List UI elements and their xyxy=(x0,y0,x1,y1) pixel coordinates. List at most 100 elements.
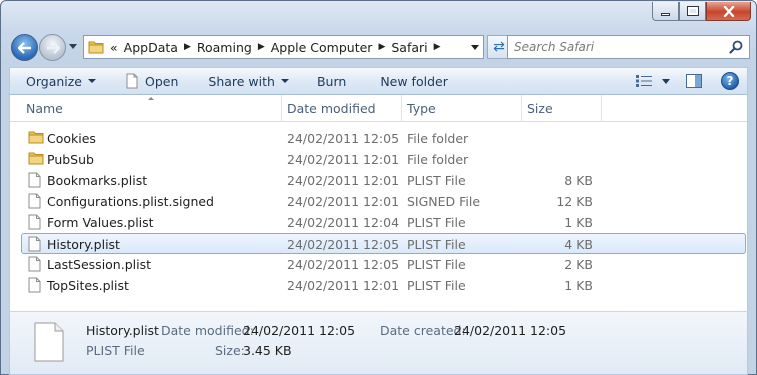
file-type: PLIST File xyxy=(407,257,466,272)
maximize-button[interactable] xyxy=(679,2,706,21)
file-icon xyxy=(28,193,41,212)
file-type: PLIST File xyxy=(407,215,466,230)
breadcrumb-apple-computer[interactable]: Apple Computer ▶ xyxy=(271,40,392,55)
search-input[interactable] xyxy=(514,37,724,57)
organize-menu-button[interactable]: Organize xyxy=(18,68,104,94)
file-type: PLIST File xyxy=(407,237,466,252)
column-header-size[interactable]: Size xyxy=(527,101,553,116)
chevron-down-icon xyxy=(88,79,96,83)
share-with-label: Share with xyxy=(208,73,275,89)
file-date-modified: 24/02/2011 12:01 xyxy=(287,152,400,167)
column-divider[interactable] xyxy=(281,95,282,122)
open-button[interactable]: Open xyxy=(118,68,186,94)
file-icon xyxy=(126,73,138,89)
chevron-right-icon[interactable]: ▶ xyxy=(258,42,265,52)
breadcrumb-overflow[interactable]: « xyxy=(110,40,118,55)
file-size: 2 KB xyxy=(564,257,593,272)
chevron-right-icon[interactable]: ▶ xyxy=(184,42,191,52)
burn-button[interactable]: Burn xyxy=(309,68,354,94)
chevron-down-icon xyxy=(280,79,289,83)
file-type: PLIST File xyxy=(407,173,466,188)
breadcrumb-safari[interactable]: Safari ▶ xyxy=(391,40,446,55)
file-name: Cookies xyxy=(47,131,96,146)
file-name: History.plist xyxy=(47,237,120,252)
details-date-modified-label: Date modified: xyxy=(161,323,254,338)
details-date-created-label: Date created: xyxy=(380,323,466,338)
forward-button[interactable] xyxy=(39,34,66,61)
file-row[interactable]: Bookmarks.plist 24/02/2011 12:01 PLIST Fil… xyxy=(10,170,747,191)
breadcrumb-roaming[interactable]: Roaming ▶ xyxy=(197,40,271,55)
explorer-window: « AppData ▶ Roaming ▶ Apple Computer ▶ Safa… xyxy=(0,0,757,375)
file-row[interactable]: Configurations.plist.signed 24/02/2011 12… xyxy=(10,191,747,212)
file-name: PubSub xyxy=(47,152,94,167)
column-header-name[interactable]: Name xyxy=(26,101,63,116)
back-arrow-icon xyxy=(17,41,31,54)
file-date-modified: 24/02/2011 12:04 xyxy=(287,215,400,230)
preview-pane-icon xyxy=(686,74,702,88)
details-size: 3.45 KB xyxy=(243,343,292,358)
search-icon[interactable] xyxy=(729,40,743,54)
back-button[interactable] xyxy=(11,34,38,61)
file-size: 1 KB xyxy=(564,215,593,230)
breadcrumb-label: Roaming xyxy=(196,39,252,55)
file-date-modified: 24/02/2011 12:05 xyxy=(287,131,400,146)
column-header-type[interactable]: Type xyxy=(407,101,436,116)
breadcrumb-appdata[interactable]: AppData ▶ xyxy=(124,40,197,55)
breadcrumb-label: AppData xyxy=(123,39,178,55)
forward-arrow-icon xyxy=(46,41,60,54)
file-name: TopSites.plist xyxy=(47,278,129,293)
preview-pane-button[interactable] xyxy=(679,70,709,92)
file-name: Bookmarks.plist xyxy=(47,173,148,188)
file-name: Form Values.plist xyxy=(47,215,154,230)
open-label: Open xyxy=(145,73,179,89)
folder-icon xyxy=(88,41,104,54)
details-file-type: PLIST File xyxy=(86,343,145,358)
file-size: 1 KB xyxy=(564,278,593,293)
file-type: File folder xyxy=(407,131,469,146)
file-icon xyxy=(34,322,64,362)
close-button[interactable] xyxy=(706,2,751,21)
breadcrumb-label: Safari xyxy=(391,39,428,55)
navigation-bar: « AppData ▶ Roaming ▶ Apple Computer ▶ Safa… xyxy=(9,32,750,62)
help-button[interactable]: ? xyxy=(721,72,739,90)
maximize-icon xyxy=(686,6,699,16)
breadcrumb-label: Apple Computer xyxy=(270,39,373,55)
address-bar[interactable]: « AppData ▶ Roaming ▶ Apple Computer ▶ Safa… xyxy=(83,35,484,59)
file-row[interactable]: Cookies 24/02/2011 12:05 File folder xyxy=(10,128,747,149)
details-date-created: 24/02/2011 12:05 xyxy=(454,323,567,338)
file-row[interactable]: Form Values.plist 24/02/2011 12:04 PLIST F… xyxy=(10,212,747,233)
file-size: 4 KB xyxy=(564,237,593,252)
file-row[interactable]: History.plist 24/02/2011 12:05 PLIST File 4… xyxy=(21,233,746,254)
column-divider[interactable] xyxy=(521,95,522,122)
minimize-icon xyxy=(661,12,670,16)
command-bar: Organize Open Share with Burn New folder xyxy=(9,67,748,95)
file-icon xyxy=(28,277,41,296)
recent-pages-dropdown[interactable] xyxy=(69,44,77,49)
details-pane: History.plist PLIST File Date modified: … xyxy=(9,311,748,375)
file-row[interactable]: TopSites.plist 24/02/2011 12:01 PLIST File… xyxy=(10,275,747,296)
details-date-modified: 24/02/2011 12:05 xyxy=(243,323,356,338)
chevron-right-icon[interactable]: ▶ xyxy=(378,42,385,52)
search-box[interactable] xyxy=(507,35,750,59)
column-divider[interactable] xyxy=(401,95,402,122)
address-dropdown-button[interactable] xyxy=(471,45,479,50)
new-folder-label: New folder xyxy=(380,73,448,89)
chevron-right-icon[interactable]: ▶ xyxy=(434,42,441,52)
file-icon xyxy=(28,236,41,255)
view-options-dropdown[interactable] xyxy=(659,70,673,92)
caption-buttons xyxy=(652,2,751,21)
new-folder-button[interactable]: New folder xyxy=(372,68,456,94)
change-view-button[interactable] xyxy=(629,70,659,92)
column-divider[interactable] xyxy=(601,95,602,122)
file-rows: Cookies 24/02/2011 12:05 File folder PubSub… xyxy=(10,128,747,296)
file-name: Configurations.plist.signed xyxy=(47,194,214,209)
share-with-menu-button[interactable]: Share with xyxy=(200,68,297,94)
file-icon xyxy=(28,256,41,275)
minimize-button[interactable] xyxy=(652,2,679,21)
chevron-down-icon xyxy=(662,78,670,84)
file-row[interactable]: PubSub 24/02/2011 12:01 File folder xyxy=(10,149,747,170)
refresh-icon: ⇄ xyxy=(493,39,505,55)
file-date-modified: 24/02/2011 12:05 xyxy=(287,237,400,252)
column-header-date-modified[interactable]: Date modified xyxy=(287,101,376,116)
file-row[interactable]: LastSession.plist 24/02/2011 12:05 PLIST F… xyxy=(10,254,747,275)
